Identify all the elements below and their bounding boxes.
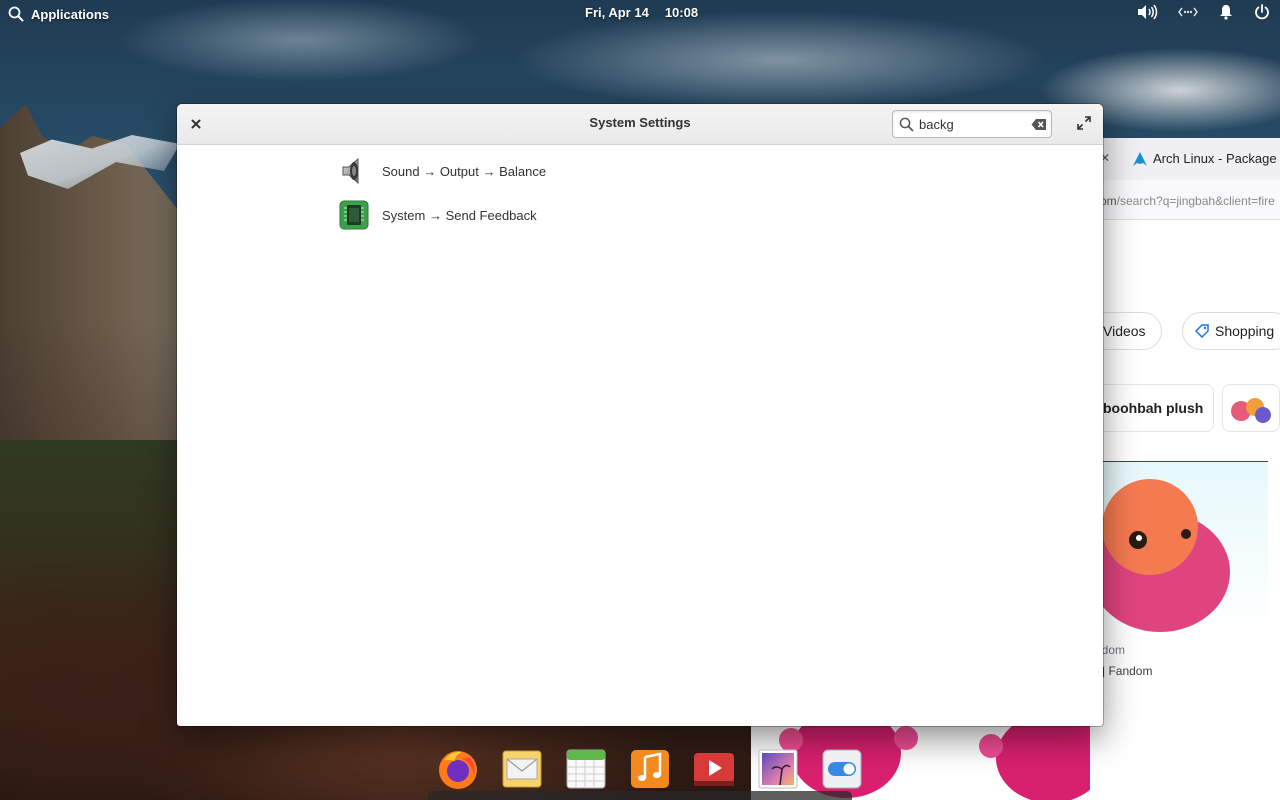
system-chip-icon bbox=[339, 200, 369, 230]
related-search-thumbnail[interactable] bbox=[1222, 384, 1280, 432]
dock-music[interactable] bbox=[628, 747, 672, 791]
dock-system-settings[interactable] bbox=[820, 747, 864, 791]
dock-photos[interactable] bbox=[756, 747, 800, 791]
dock-videos[interactable] bbox=[692, 747, 736, 791]
photos-icon bbox=[758, 749, 798, 789]
search-result-image[interactable] bbox=[1090, 461, 1268, 632]
url-path: /search?q=jingbah&client=fire bbox=[1116, 194, 1275, 208]
search-results-list: Sound → Output → Balance System → Send F… bbox=[337, 149, 757, 237]
network-icon[interactable] bbox=[1178, 4, 1198, 20]
settings-search-field[interactable] bbox=[892, 110, 1052, 138]
power-icon[interactable] bbox=[1254, 4, 1270, 20]
videos-icon bbox=[694, 753, 734, 786]
maximize-icon[interactable] bbox=[1077, 116, 1091, 130]
search-result-sound-balance[interactable]: Sound → Output → Balance bbox=[337, 149, 757, 193]
speaker-icon bbox=[342, 157, 359, 185]
plush-thumbnail-image bbox=[1231, 398, 1271, 423]
notifications-bell-icon[interactable] bbox=[1218, 4, 1234, 20]
dock-mail[interactable] bbox=[500, 747, 544, 791]
related-search-chip[interactable]: boohbah plush bbox=[1090, 384, 1214, 432]
boohbah-image bbox=[1090, 479, 1230, 632]
background-browser-window[interactable]: ✕ Arch Linux - Package Se om/search?q=ji… bbox=[1090, 138, 1280, 800]
browser-tabbar: ✕ Arch Linux - Package Se bbox=[1090, 138, 1280, 180]
applications-menu-button[interactable]: Applications bbox=[8, 4, 109, 24]
top-panel: Applications Fri, Apr 14 10:08 bbox=[0, 0, 1280, 28]
search-icon bbox=[899, 117, 914, 132]
tag-icon bbox=[1195, 324, 1209, 338]
browser-urlbar[interactable]: om/search?q=jingbah&client=fire bbox=[1090, 180, 1280, 220]
firefox-icon bbox=[439, 751, 477, 789]
filter-chip-shopping[interactable]: Shopping bbox=[1182, 312, 1280, 350]
applications-label: Applications bbox=[31, 6, 110, 22]
mail-icon bbox=[502, 750, 542, 788]
settings-toggle-icon bbox=[822, 749, 862, 789]
search-input[interactable] bbox=[919, 115, 1025, 133]
volume-icon[interactable] bbox=[1136, 4, 1158, 20]
dock-firefox[interactable] bbox=[436, 747, 480, 791]
result-label: System → Send Feedback bbox=[382, 207, 537, 223]
search-icon bbox=[8, 6, 24, 22]
time-label: 10:08 bbox=[664, 5, 699, 20]
date-label: Fri, Apr 14 bbox=[585, 5, 649, 20]
calendar-icon bbox=[566, 749, 606, 789]
dock-shelf bbox=[428, 791, 852, 800]
arch-linux-icon bbox=[1133, 152, 1147, 166]
date-time-indicator[interactable]: Fri, Apr 14 10:08 bbox=[585, 5, 698, 20]
window-titlebar[interactable]: System Settings bbox=[177, 104, 1103, 145]
result-label: Sound → Output → Balance bbox=[382, 163, 547, 179]
chip-label: Videos bbox=[1103, 323, 1146, 339]
browser-tab-title[interactable]: Arch Linux - Package Se bbox=[1153, 151, 1280, 166]
system-settings-window: System Settings backg Sound → Output → B… bbox=[177, 104, 1103, 726]
system-tray bbox=[1136, 4, 1270, 20]
clear-search-icon[interactable] bbox=[1031, 118, 1047, 131]
music-icon bbox=[631, 750, 669, 788]
chip-label: Shopping bbox=[1215, 323, 1275, 339]
dock-calendar[interactable] bbox=[564, 747, 608, 791]
search-result-send-feedback[interactable]: System → Send Feedback bbox=[337, 193, 757, 237]
browser-url[interactable]: om/search?q=jingbah&client=fire bbox=[1100, 194, 1275, 208]
